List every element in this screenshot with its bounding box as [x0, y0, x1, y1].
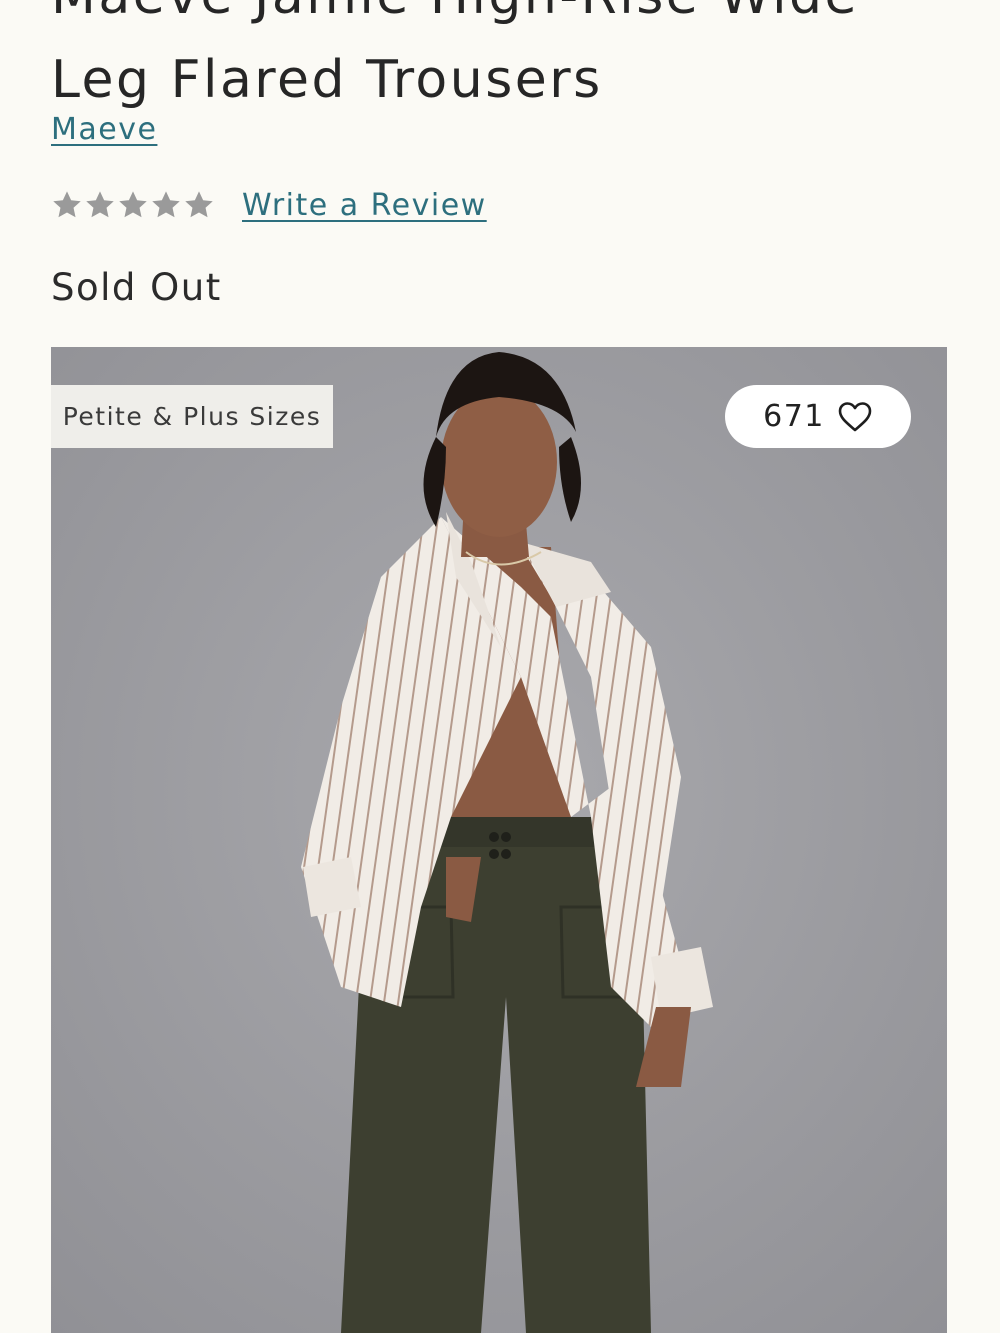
stock-status: Sold Out [51, 266, 222, 309]
favorite-button[interactable]: 671 [725, 385, 911, 448]
star-rating[interactable] [51, 189, 215, 221]
product-title: Maeve Jamie High-Rise Wide Leg Flared Tr… [51, 0, 971, 122]
star-icon [185, 191, 213, 218]
star-icon [119, 191, 147, 218]
write-review-link[interactable]: Write a Review [242, 188, 487, 223]
product-title-line-2: Leg Flared Trousers [51, 50, 603, 110]
brand-link[interactable]: Maeve [51, 112, 157, 147]
star-icon [86, 191, 114, 218]
product-photo [51, 347, 947, 1333]
star-icon [152, 191, 180, 218]
product-image[interactable]: Petite & Plus Sizes 671 [51, 347, 947, 1333]
heart-outline-icon [838, 401, 872, 431]
star-icon [53, 191, 81, 218]
size-badge: Petite & Plus Sizes [51, 385, 333, 448]
rating-row: Write a Review [51, 183, 487, 227]
favorite-count: 671 [763, 399, 825, 434]
product-title-line-1: Maeve Jamie High-Rise Wide [51, 0, 971, 38]
